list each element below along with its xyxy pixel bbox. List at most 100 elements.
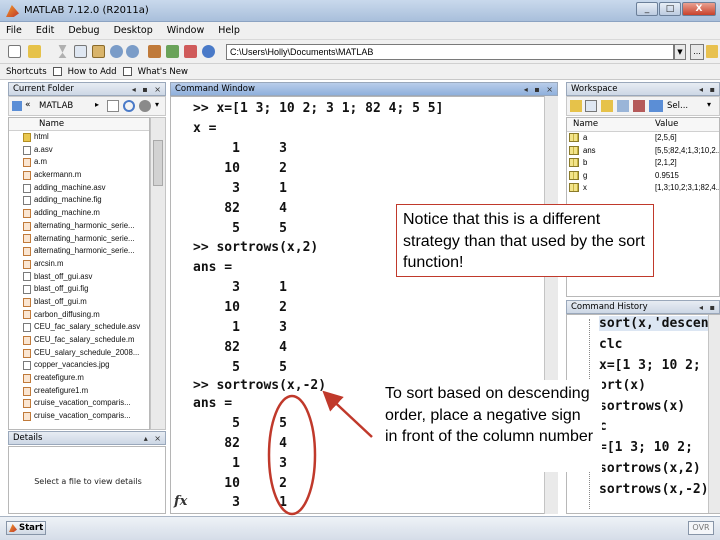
file-list-item[interactable]: adding_machine.m — [9, 207, 149, 220]
new-variable-icon[interactable] — [570, 100, 582, 112]
path-dropdown-icon[interactable]: ▼ — [674, 44, 686, 60]
delete-variable-icon[interactable] — [633, 100, 645, 112]
file-icon — [23, 259, 31, 269]
redo-icon[interactable] — [126, 45, 139, 58]
workspace-variable-row[interactable]: g 0.9515 — [567, 170, 719, 183]
undo-icon[interactable] — [110, 45, 123, 58]
file-list-item[interactable]: adding_machine.asv — [9, 182, 149, 195]
details-header[interactable]: Details ▴ × — [8, 431, 166, 445]
import-data-icon[interactable] — [601, 100, 613, 112]
file-list-item[interactable]: adding_machine.fig — [9, 194, 149, 207]
whats-new-link[interactable]: What's New — [138, 67, 188, 77]
scrollbar-thumb[interactable] — [153, 140, 163, 186]
file-list-item[interactable]: a.asv — [9, 144, 149, 157]
file-list-item[interactable]: html — [9, 131, 149, 144]
history-entry[interactable]: sortrows(x,-2) — [599, 482, 709, 497]
file-list-item[interactable]: CEU_fac_salary_schedule.m — [9, 334, 149, 347]
new-file-icon[interactable] — [8, 45, 21, 58]
file-list-item[interactable]: copper_vacancies.jpg — [9, 359, 149, 372]
history-entry[interactable]: ort(x) — [599, 378, 646, 393]
workspace-variable-row[interactable]: ans [5,5;82,4;1,3;10,2... — [567, 145, 719, 158]
folder-up-icon[interactable] — [706, 45, 718, 58]
workspace-menu-icon[interactable]: ▾ — [707, 100, 711, 109]
how-to-add-link[interactable]: How to Add — [68, 67, 117, 77]
paste-icon[interactable] — [92, 45, 105, 58]
file-list-item[interactable]: ackermann.m — [9, 169, 149, 182]
maximize-button[interactable]: □ — [659, 2, 681, 16]
shortcut-help-icon[interactable] — [52, 67, 62, 76]
file-list-item[interactable]: cruise_vacation_comparis... — [9, 397, 149, 410]
guide-icon[interactable] — [166, 45, 179, 58]
command-history-header[interactable]: Command History ◂ ▪ — [566, 300, 720, 314]
folder-dropdown-icon[interactable]: ▸ — [95, 100, 99, 109]
plot-icon[interactable] — [649, 100, 663, 112]
folder-new-icon[interactable] — [107, 100, 119, 112]
history-entry[interactable]: sort(x,'descen — [599, 316, 709, 331]
workspace-variable-row[interactable]: a [2,5,6] — [567, 132, 719, 145]
up-arrow-icon[interactable]: « — [25, 100, 31, 110]
menu-help[interactable]: Help — [218, 25, 240, 36]
current-folder-header[interactable]: Current Folder ◂ ▪ × — [8, 82, 166, 96]
gear-icon[interactable] — [139, 100, 151, 112]
simulink-icon[interactable] — [148, 45, 161, 58]
file-list-item[interactable]: arcsin.m — [9, 258, 149, 271]
history-entry[interactable]: sortrows(x) — [599, 399, 685, 414]
file-list-item[interactable]: CEU_salary_schedule_2008... — [9, 347, 149, 360]
file-list-item[interactable]: alternating_harmonic_serie... — [9, 220, 149, 233]
command-window-header[interactable]: Command Window ◂ ▪ × — [170, 82, 558, 96]
back-icon[interactable] — [12, 101, 22, 111]
shortcuts-label[interactable]: Shortcuts — [6, 67, 47, 77]
file-list-item[interactable]: createfigure.m — [9, 372, 149, 385]
menu-window[interactable]: Window — [167, 25, 204, 36]
profiler-icon[interactable] — [184, 45, 197, 58]
fx-icon[interactable]: fx — [174, 494, 187, 509]
save-workspace-icon[interactable] — [617, 100, 629, 112]
command-history-scrollbar[interactable] — [708, 315, 720, 513]
open-folder-icon[interactable] — [28, 45, 41, 58]
file-list-item[interactable]: blast_off_gui.fig — [9, 283, 149, 296]
workspace-controls-icon[interactable]: ◂ ▪ — [699, 84, 717, 96]
browse-folder-button[interactable]: ... — [690, 44, 704, 60]
whats-new-icon[interactable] — [122, 67, 132, 76]
column-header-name[interactable]: Name — [573, 119, 598, 129]
file-list-item[interactable]: createfigure1.m — [9, 385, 149, 398]
column-header-name[interactable]: Name — [9, 118, 149, 131]
open-variable-icon[interactable] — [585, 100, 597, 112]
file-list-item[interactable]: a.m — [9, 156, 149, 169]
history-entry[interactable]: clc — [599, 337, 622, 352]
history-entry[interactable]: x=[1 3; 10 2; — [599, 358, 701, 373]
current-folder-path-input[interactable]: C:\Users\Holly\Documents\MATLAB — [226, 44, 674, 60]
command-window-controls-icon[interactable]: ◂ ▪ × — [524, 84, 555, 96]
details-controls-icon[interactable]: ▴ × — [144, 433, 163, 445]
history-entry[interactable]: =[1 3; 10 2; — [599, 440, 693, 455]
file-list-item[interactable]: alternating_harmonic_serie... — [9, 233, 149, 246]
help-icon[interactable] — [202, 45, 215, 58]
cut-icon[interactable] — [58, 45, 67, 58]
search-icon[interactable] — [123, 100, 135, 112]
file-list-item[interactable]: CEU_fac_salary_schedule.asv — [9, 321, 149, 334]
file-list-item[interactable]: blast_off_gui.asv — [9, 271, 149, 284]
copy-icon[interactable] — [74, 45, 87, 58]
file-list-item[interactable]: cruise_vacation_comparis... — [9, 410, 149, 423]
folder-name[interactable]: MATLAB — [39, 101, 73, 111]
workspace-header[interactable]: Workspace ◂ ▪ — [566, 82, 720, 96]
file-list-item[interactable]: blast_off_gui.m — [9, 296, 149, 309]
menu-desktop[interactable]: Desktop — [114, 25, 153, 36]
current-folder-scrollbar[interactable] — [150, 117, 166, 430]
menu-edit[interactable]: Edit — [36, 25, 54, 36]
minimize-button[interactable]: _ — [636, 2, 658, 16]
file-list-item[interactable]: alternating_harmonic_serie... — [9, 245, 149, 258]
plot-selection-dropdown[interactable]: Sel... — [667, 101, 688, 111]
chevron-down-icon[interactable]: ▾ — [155, 100, 159, 109]
start-button[interactable]: Start — [6, 521, 46, 535]
file-list-item[interactable]: carbon_diffusing.m — [9, 309, 149, 322]
history-entry[interactable]: sortrows(x,2) — [599, 461, 701, 476]
pane-controls-icon[interactable]: ◂ ▪ × — [132, 84, 163, 96]
close-button[interactable]: X — [682, 2, 716, 16]
menu-debug[interactable]: Debug — [68, 25, 99, 36]
workspace-variable-row[interactable]: x [1,3;10,2;3,1;82,4... — [567, 182, 719, 195]
command-history-controls-icon[interactable]: ◂ ▪ — [699, 302, 717, 314]
column-header-value[interactable]: Value — [655, 119, 678, 129]
menu-file[interactable]: File — [6, 25, 22, 36]
workspace-variable-row[interactable]: b [2,1,2] — [567, 157, 719, 170]
